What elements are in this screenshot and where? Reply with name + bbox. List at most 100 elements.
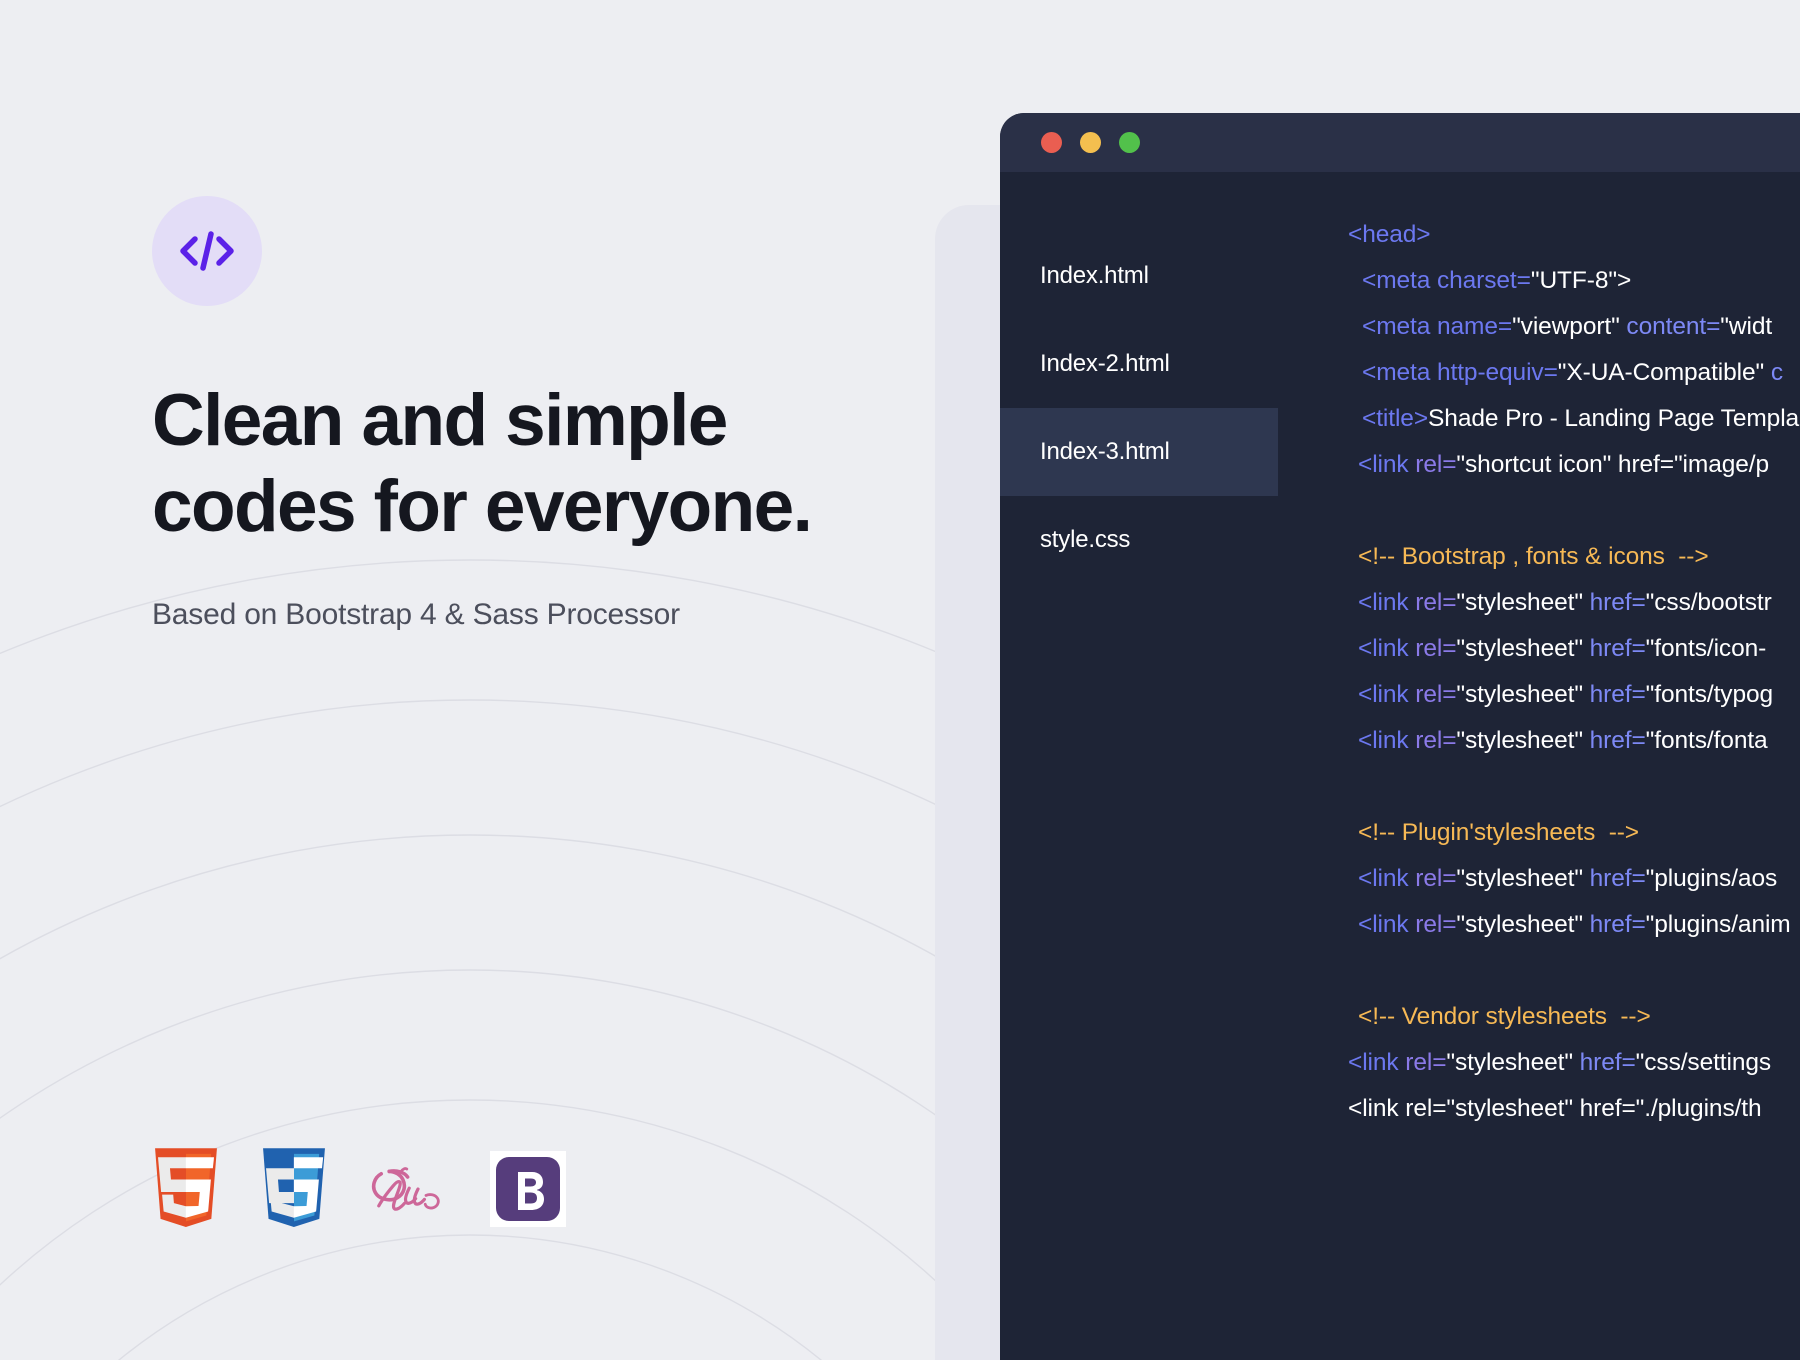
code-brackets-glyph (180, 231, 234, 271)
code-token-value: "plugins/anim (1645, 911, 1791, 938)
code-pane[interactable]: <head> <meta charset="UTF-8"> <meta name… (1278, 172, 1800, 1360)
code-line: <link rel="stylesheet" href="plugins/ani… (1348, 902, 1800, 948)
code-token-attr: href= (1579, 1049, 1636, 1076)
code-token-attr: href= (1589, 727, 1646, 754)
close-dot-icon[interactable] (1041, 132, 1062, 153)
page-subtitle: Based on Bootstrap 4 & Sass Processor (152, 598, 680, 632)
editor-body: Index.html Index-2.html Index-3.html sty… (1000, 172, 1800, 1360)
code-token-value: "UTF-8"> (1530, 267, 1632, 294)
file-item-index-3[interactable]: Index-3.html (1000, 408, 1278, 496)
code-token-value: "stylesheet" (1446, 1049, 1580, 1076)
css3-logo (263, 1148, 325, 1227)
code-line: <link rel="stylesheet" href="css/bootstr (1348, 580, 1800, 626)
code-line: <link rel="stylesheet" href="./plugins/t… (1348, 1086, 1800, 1132)
html5-logo (155, 1148, 217, 1227)
code-token-attr: rel= (1415, 681, 1457, 708)
file-item-label: Index-2.html (1040, 350, 1170, 377)
code-token-value: "css/settings (1635, 1049, 1772, 1076)
code-line: <link rel="shortcut icon" href="image/p (1348, 442, 1800, 488)
code-line: <meta name="viewport" content="widt (1348, 304, 1800, 350)
code-token-tag: <link (1358, 635, 1416, 662)
code-token-tag: <link (1348, 1049, 1406, 1076)
tech-logo-row (150, 1148, 566, 1230)
file-item-label: Index.html (1040, 262, 1149, 289)
code-token-value: "plugins/aos (1645, 865, 1778, 892)
bootstrap-glyph (496, 1157, 560, 1221)
code-token-attr: content= (1626, 313, 1721, 340)
bootstrap-logo (490, 1151, 566, 1227)
minimize-dot-icon[interactable] (1080, 132, 1101, 153)
code-token-comment: <!-- Vendor stylesheets --> (1358, 1003, 1651, 1030)
code-token-attr: rel= (1415, 635, 1457, 662)
file-item-index[interactable]: Index.html (1000, 232, 1278, 320)
code-token-attr: href= (1589, 681, 1646, 708)
code-token-value: "widt (1720, 313, 1773, 340)
code-line: <meta http-equiv="X-UA-Compatible" c (1348, 350, 1800, 396)
code-token-value: "X-UA-Compatible" (1557, 359, 1771, 386)
code-token-tag: <meta charset= (1362, 267, 1531, 294)
code-token-comment: <!-- Bootstrap , fonts & icons --> (1358, 543, 1709, 570)
code-token-tag: <link (1358, 865, 1416, 892)
code-token-value: "stylesheet" (1456, 589, 1590, 616)
file-item-index-2[interactable]: Index-2.html (1000, 320, 1278, 408)
page-root: Clean and simple codes for everyone. Bas… (0, 0, 1800, 1360)
code-line: <link rel="stylesheet" href="fonts/typog (1348, 672, 1800, 718)
code-brackets-icon (152, 196, 262, 306)
code-token-tag: <link (1358, 911, 1416, 938)
code-token-tag: <meta http-equiv= (1362, 359, 1558, 386)
code-line: <link rel="stylesheet" href="fonts/icon- (1348, 626, 1800, 672)
maximize-dot-icon[interactable] (1119, 132, 1140, 153)
code-token-plain: <link rel="stylesheet" href="./plugins/t… (1348, 1095, 1762, 1122)
code-token-value: "fonts/icon- (1645, 635, 1767, 662)
code-token-tag: <link (1358, 727, 1416, 754)
code-line: <head> (1348, 212, 1800, 258)
file-item-label: style.css (1040, 526, 1131, 553)
code-token-attr: rel= (1415, 589, 1457, 616)
code-line: <!-- Vendor stylesheets --> (1348, 994, 1800, 1040)
code-line: <link rel="stylesheet" href="css/setting… (1348, 1040, 1800, 1086)
code-token-value: Shade Pro - Landing Page Templa (1428, 405, 1800, 432)
code-token-tag: <title> (1362, 405, 1429, 432)
code-token-tag: <link (1358, 589, 1416, 616)
page-title: Clean and simple codes for everyone. (152, 380, 813, 548)
code-token-value: "viewport" (1512, 313, 1627, 340)
code-token-attr: rel= (1415, 727, 1457, 754)
code-token-attr: rel= (1415, 865, 1457, 892)
code-token-value: "stylesheet" (1456, 727, 1590, 754)
code-line: <link rel="stylesheet" href="plugins/aos (1348, 856, 1800, 902)
window-title-bar (1000, 113, 1800, 172)
code-token-attr: href= (1589, 911, 1646, 938)
code-token-tag: <meta name= (1362, 313, 1513, 340)
code-token-attr: href= (1589, 635, 1646, 662)
code-token-value: "shortcut icon" href= (1456, 451, 1674, 478)
code-token-value: "fonts/typog (1645, 681, 1774, 708)
file-sidebar: Index.html Index-2.html Index-3.html sty… (1000, 172, 1278, 1360)
code-token-attr: c (1770, 359, 1783, 386)
code-token-attr: rel= (1415, 911, 1457, 938)
file-item-label: Index-3.html (1040, 438, 1170, 465)
code-line: <link rel="stylesheet" href="fonts/fonta (1348, 718, 1800, 764)
code-editor-window: Index.html Index-2.html Index-3.html sty… (1000, 113, 1800, 1360)
code-token-value: "fonts/fonta (1645, 727, 1768, 754)
code-token-value: "stylesheet" (1456, 911, 1590, 938)
code-token-value: "image/p (1673, 451, 1770, 478)
file-item-style-css[interactable]: style.css (1000, 496, 1278, 584)
code-line: <title>Shade Pro - Landing Page Templa (1348, 396, 1800, 442)
code-line: <meta charset="UTF-8"> (1348, 258, 1800, 304)
code-token-value: "stylesheet" (1456, 635, 1590, 662)
code-token-tag: <link (1358, 681, 1416, 708)
code-token-comment: <!-- Plugin'stylesheets --> (1358, 819, 1640, 846)
code-token-attr: href= (1589, 865, 1646, 892)
code-token-tag: <link (1358, 451, 1416, 478)
code-line: <!-- Plugin'stylesheets --> (1348, 810, 1800, 856)
code-line: <!-- Bootstrap , fonts & icons --> (1348, 534, 1800, 580)
code-token-attr: href= (1589, 589, 1646, 616)
code-token-attr: rel= (1405, 1049, 1447, 1076)
hero-section: Clean and simple codes for everyone. Bas… (152, 196, 912, 632)
code-token-attr: rel= (1415, 451, 1457, 478)
code-token-value: "stylesheet" (1456, 865, 1590, 892)
sass-logo (371, 1167, 440, 1211)
